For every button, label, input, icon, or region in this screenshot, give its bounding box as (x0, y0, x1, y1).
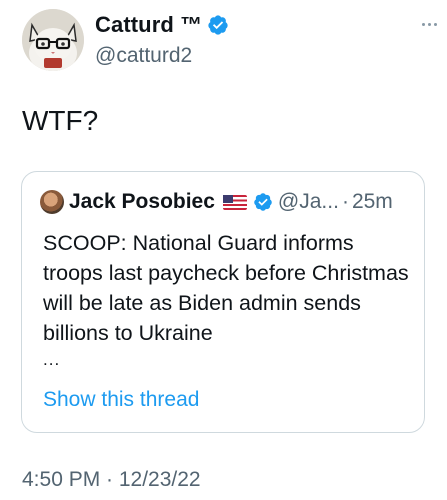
author-avatar[interactable] (22, 9, 84, 71)
truncation-ellipsis: ... (43, 350, 61, 369)
quoted-tweet-header: Jack Posobiec @Ja... · 25m (40, 190, 393, 214)
quoted-author-name[interactable]: Jack Posobiec (69, 190, 215, 214)
separator-dot: · (341, 190, 349, 213)
quoted-tweet-card[interactable]: Jack Posobiec @Ja... · 25m SCOOP: Nation… (21, 171, 425, 433)
tweet-text: WTF? (22, 105, 99, 136)
more-options-icon[interactable] (415, 14, 443, 34)
verified-badge-icon (208, 15, 228, 35)
quoted-tweet-time[interactable]: 25m (352, 190, 393, 214)
author-handle[interactable]: @catturd2 (95, 44, 192, 68)
quoted-tweet-text: SCOOP: National Guard informs troops las… (43, 231, 409, 345)
us-flag-icon (222, 194, 247, 210)
tweet: Catturd ™ @catturd2 WTF? Jack Posobiec @… (0, 0, 447, 500)
verified-badge-icon (254, 193, 272, 211)
cat-avatar-icon (22, 9, 84, 71)
tweet-timestamp[interactable]: 4:50 PM · 12/23/22 (22, 468, 201, 492)
author-display-name[interactable]: Catturd ™ (95, 12, 202, 38)
quoted-author-handle[interactable]: @Ja... (278, 190, 339, 214)
author-name-row[interactable]: Catturd ™ (95, 12, 229, 38)
show-thread-link[interactable]: Show this thread (43, 388, 199, 412)
quoted-author-avatar[interactable] (40, 190, 64, 214)
